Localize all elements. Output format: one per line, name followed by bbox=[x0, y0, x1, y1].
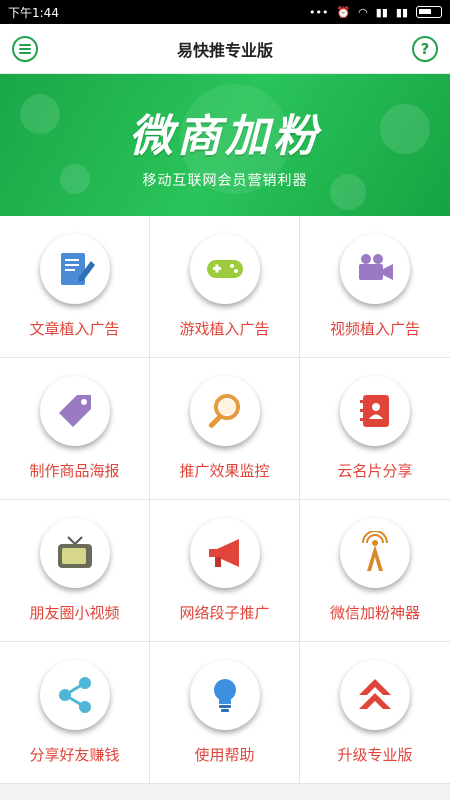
tile-label: 朋友圈小视频 bbox=[29, 604, 120, 622]
tile-label: 云名片分享 bbox=[337, 462, 413, 480]
video-camera-icon bbox=[340, 234, 410, 304]
alarm-icon: ⏰ bbox=[336, 5, 351, 19]
gamepad-icon bbox=[189, 234, 260, 304]
tile-product-poster[interactable]: 制作商品海报 bbox=[0, 358, 150, 500]
tile-effect-monitor[interactable]: 推广效果监控 bbox=[150, 358, 300, 500]
tile-joke-promo[interactable]: 网络段子推广 bbox=[150, 500, 300, 642]
tile-label: 制作商品海报 bbox=[29, 462, 120, 480]
tile-label: 视频植入广告 bbox=[329, 320, 420, 338]
signal-icon: ▮▮ bbox=[375, 5, 388, 19]
more-icon: ••• bbox=[309, 5, 329, 19]
help-button[interactable]: ? bbox=[411, 35, 438, 62]
tile-label: 文章植入广告 bbox=[29, 320, 120, 338]
status-icons: ••• ⏰ ◠ ▮▮ ▮▮ bbox=[309, 6, 442, 19]
help-icon: ? bbox=[420, 39, 430, 58]
menu-button[interactable] bbox=[12, 35, 38, 62]
tile-label: 微信加粉神器 bbox=[329, 604, 420, 622]
article-edit-icon bbox=[39, 234, 110, 304]
tile-label: 推广效果监控 bbox=[179, 462, 270, 480]
contact-book-icon bbox=[340, 376, 410, 446]
megaphone-icon bbox=[189, 518, 260, 588]
signal-icon-2: ▮▮ bbox=[395, 5, 408, 19]
tile-moments-video[interactable]: 朋友圈小视频 bbox=[0, 500, 150, 642]
feature-grid: 文章植入广告 游戏植入广告 视频植入广告 制作商品海报 推广效果监控 云名片分享 bbox=[0, 216, 450, 784]
tile-wechat-fans[interactable]: 微信加粉神器 bbox=[300, 500, 450, 642]
tile-game-ad[interactable]: 游戏植入广告 bbox=[150, 216, 300, 358]
share-icon bbox=[39, 660, 110, 730]
status-bar: 下午1:44 ••• ⏰ ◠ ▮▮ ▮▮ bbox=[0, 0, 450, 24]
tile-label: 分享好友赚钱 bbox=[29, 746, 120, 764]
menu-icon bbox=[19, 43, 31, 54]
magnifier-icon bbox=[189, 376, 260, 446]
app-bar: 易快推专业版 ? bbox=[0, 24, 450, 74]
status-time: 下午1:44 bbox=[8, 5, 59, 20]
tile-label: 升级专业版 bbox=[337, 746, 413, 764]
tag-icon bbox=[39, 376, 110, 446]
page-title: 易快推专业版 bbox=[176, 40, 273, 60]
tile-help[interactable]: 使用帮助 bbox=[150, 642, 300, 784]
tile-label: 游戏植入广告 bbox=[179, 320, 270, 338]
upgrade-arrow-icon bbox=[340, 660, 410, 730]
tile-label: 网络段子推广 bbox=[179, 604, 270, 622]
tile-label: 使用帮助 bbox=[194, 746, 255, 764]
wifi-icon: ◠ bbox=[358, 5, 368, 19]
tv-icon bbox=[39, 518, 110, 588]
tile-share-earn[interactable]: 分享好友赚钱 bbox=[0, 642, 150, 784]
lightbulb-icon bbox=[189, 660, 260, 730]
battery-icon bbox=[416, 6, 442, 18]
promo-banner[interactable]: 微商加粉 移动互联网会员营销利器 bbox=[0, 74, 450, 216]
tile-cloud-card[interactable]: 云名片分享 bbox=[300, 358, 450, 500]
signal-tower-icon bbox=[340, 518, 410, 588]
tile-video-ad[interactable]: 视频植入广告 bbox=[300, 216, 450, 358]
tile-article-ad[interactable]: 文章植入广告 bbox=[0, 216, 150, 358]
tile-upgrade-pro[interactable]: 升级专业版 bbox=[300, 642, 450, 784]
